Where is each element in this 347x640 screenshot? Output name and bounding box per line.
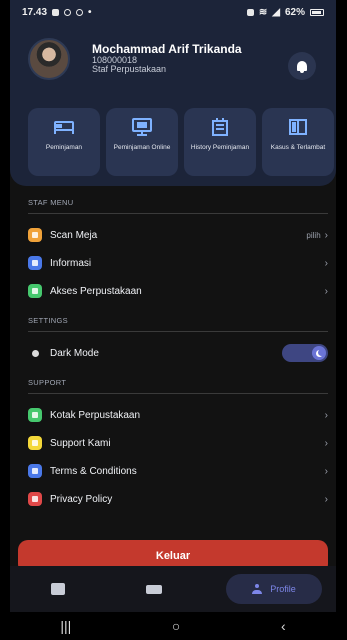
moon-icon [28, 346, 42, 360]
battery-text: 62% [284, 6, 305, 18]
menu-item-terms[interactable]: Terms & Conditions › [28, 460, 328, 482]
recents-icon[interactable]: ||| [60, 618, 71, 634]
divider [28, 213, 328, 214]
menu-label: Privacy Policy [50, 493, 113, 505]
nav-profile[interactable]: Profile [226, 574, 322, 604]
chevron-right-icon: › [324, 465, 328, 477]
nav-books[interactable] [120, 584, 188, 594]
nav-profile-label: Profile [270, 584, 296, 594]
scan-icon [28, 228, 42, 242]
quick-action-peminjaman[interactable]: Peminjaman [28, 108, 100, 176]
status-bar: 17.43 • ≋ ◢ 62% [10, 0, 336, 24]
section-title-staf-menu: STAF MENU [28, 198, 74, 207]
menu-right: › [325, 258, 328, 269]
menu-label: Akses Perpustakaan [50, 285, 142, 297]
bottom-nav: Profile [10, 566, 336, 612]
book-icon [287, 116, 309, 138]
back-icon[interactable]: ‹ [281, 618, 286, 634]
shield-icon [28, 492, 42, 506]
menu-label: Scan Meja [50, 229, 98, 241]
avatar[interactable] [28, 38, 70, 80]
dot-icon: • [88, 6, 92, 18]
menu-label: Kotak Perpustakaan [50, 409, 141, 421]
home-circle-icon[interactable]: ○ [172, 618, 180, 634]
quick-action-label: Kasus & Terlambat [270, 144, 326, 151]
menu-right: pilih › [306, 230, 328, 241]
chevron-right-icon: › [324, 493, 328, 505]
chevron-right-icon: › [324, 229, 328, 241]
bed-icon [53, 116, 75, 138]
chevron-right-icon: › [324, 409, 328, 421]
menu-content: STAF MENU Scan Meja pilih › Informasi › … [28, 198, 328, 516]
alarm-icon [246, 8, 254, 16]
settings-status-icon [76, 8, 84, 16]
quick-action-peminjaman-online[interactable]: Peminjaman Online [106, 108, 178, 176]
status-right: ≋ ◢ 62% [246, 6, 324, 18]
profile-header: 17.43 • ≋ ◢ 62% Mochammad Arif Trikanda … [10, 0, 336, 186]
menu-right: › [325, 286, 328, 297]
battery-icon [310, 8, 324, 16]
support-icon [28, 436, 42, 450]
wifi-icon: ≋ [258, 6, 268, 18]
home-icon [51, 583, 65, 595]
divider [28, 393, 328, 394]
section-title-settings: SETTINGS [28, 316, 68, 325]
menu-label: Support Kami [50, 437, 111, 449]
quick-action-history[interactable]: History Peminjaman [184, 108, 256, 176]
menu-item-support-kami[interactable]: Support Kami › [28, 432, 328, 454]
info-icon [28, 256, 42, 270]
system-nav-bar: ||| ○ ‹ [10, 612, 336, 640]
section-title-support: SUPPORT [28, 378, 67, 387]
quick-actions: Peminjaman Peminjaman Online History Pem… [28, 108, 334, 176]
notification-button[interactable] [288, 52, 316, 80]
document-icon [28, 464, 42, 478]
quick-action-label: Peminjaman [45, 144, 83, 151]
menu-right: › [325, 466, 328, 477]
toggle-knob [312, 346, 326, 360]
quick-action-label: Peminjaman Online [113, 144, 171, 151]
menu-item-dark-mode[interactable]: Dark Mode [28, 342, 328, 364]
chevron-right-icon: › [324, 437, 328, 449]
menu-label: Informasi [50, 257, 92, 269]
dark-mode-toggle[interactable] [282, 344, 328, 362]
toggle-moon-icon [315, 348, 325, 357]
notification-icon [52, 8, 60, 16]
profile-text: Mochammad Arif Trikanda 108000018 Staf P… [92, 43, 242, 74]
app-screen: 17.43 • ≋ ◢ 62% Mochammad Arif Trikanda … [10, 0, 336, 640]
menu-right-text: pilih [306, 230, 321, 240]
status-left: 17.43 • [22, 7, 92, 18]
library-box-icon [28, 408, 42, 422]
menu-right: › [325, 438, 328, 449]
quick-action-kasus[interactable]: Kasus & Terlambat [262, 108, 334, 176]
menu-label: Terms & Conditions [50, 465, 137, 477]
person-icon [252, 584, 263, 594]
quick-action-label: History Peminjaman [190, 144, 250, 151]
menu-label: Dark Mode [50, 347, 99, 359]
profile-name: Mochammad Arif Trikanda [92, 42, 242, 57]
chevron-right-icon: › [324, 285, 328, 297]
signal-icon: ◢ [272, 6, 280, 18]
profile-role: Staf Perpustakaan [92, 64, 167, 75]
menu-item-informasi[interactable]: Informasi › [28, 252, 328, 274]
history-icon [209, 116, 231, 138]
monitor-icon [131, 116, 153, 138]
menu-right: › [325, 494, 328, 505]
status-time: 17.43 [22, 6, 48, 18]
bell-icon [297, 61, 307, 73]
divider [28, 331, 328, 332]
menu-item-scan-meja[interactable]: Scan Meja pilih › [28, 224, 328, 246]
menu-item-akses-perpustakaan[interactable]: Akses Perpustakaan › [28, 280, 328, 302]
menu-item-kotak-perpustakaan[interactable]: Kotak Perpustakaan › [28, 404, 328, 426]
menu-right: › [325, 410, 328, 421]
profile-info: Mochammad Arif Trikanda 108000018 Staf P… [28, 38, 242, 80]
nav-home[interactable] [24, 583, 92, 595]
menu-item-privacy[interactable]: Privacy Policy › [28, 488, 328, 510]
sync-icon [64, 8, 72, 16]
book-open-icon [146, 584, 162, 594]
access-icon [28, 284, 42, 298]
chevron-right-icon: › [324, 257, 328, 269]
